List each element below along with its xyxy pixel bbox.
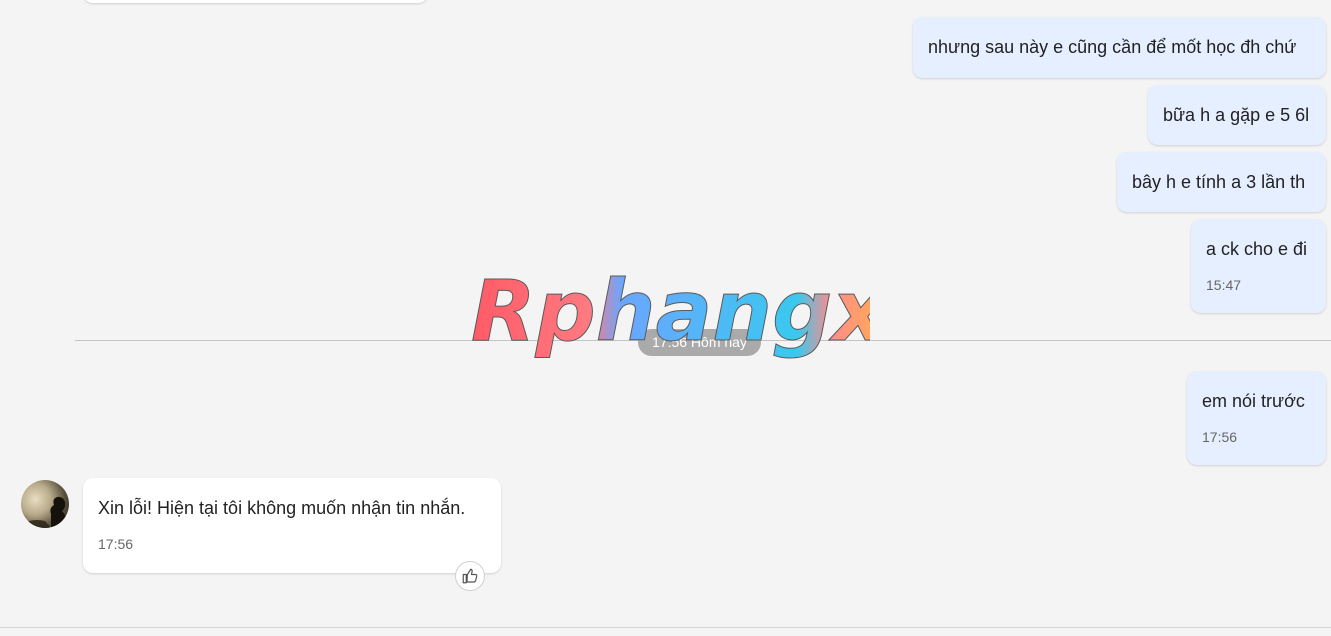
message-bubble-outgoing[interactable]: nhưng sau này e cũng cần để mốt học đh c…: [913, 17, 1326, 78]
message-bubble-incoming[interactable]: Xin lỗi! Hiện tại tôi không muốn nhận ti…: [83, 478, 501, 573]
thumbs-up-icon: [462, 568, 478, 584]
message-text: em nói trước: [1202, 391, 1305, 411]
contact-avatar[interactable]: [21, 480, 69, 528]
message-bubble-outgoing[interactable]: em nói trước 17:56: [1187, 371, 1326, 465]
message-time: 17:56: [1202, 429, 1238, 445]
previous-message-bubble: [83, 0, 428, 3]
like-reaction-button[interactable]: [455, 561, 485, 591]
message-time: 15:47: [1206, 277, 1242, 293]
message-text: bây h e tính a 3 lần th: [1132, 172, 1306, 192]
input-area-divider: [0, 627, 1331, 628]
message-text: bữa h a gặp e 5 6l: [1163, 105, 1310, 125]
message-text: Xin lỗi! Hiện tại tôi không muốn nhận ti…: [98, 498, 466, 518]
message-bubble-outgoing[interactable]: bữa h a gặp e 5 6l: [1148, 85, 1326, 145]
message-text: nhưng sau này e cũng cần để mốt học đh c…: [928, 37, 1297, 57]
message-bubble-outgoing[interactable]: a ck cho e đi 15:47: [1191, 219, 1326, 313]
message-text: a ck cho e đi: [1206, 239, 1308, 259]
message-bubble-outgoing[interactable]: bây h e tính a 3 lần th: [1117, 152, 1326, 212]
avatar-silhouette-icon: [21, 496, 68, 528]
message-time: 17:56: [98, 536, 134, 552]
date-divider-label: 17:56 Hôm nay: [638, 329, 761, 356]
